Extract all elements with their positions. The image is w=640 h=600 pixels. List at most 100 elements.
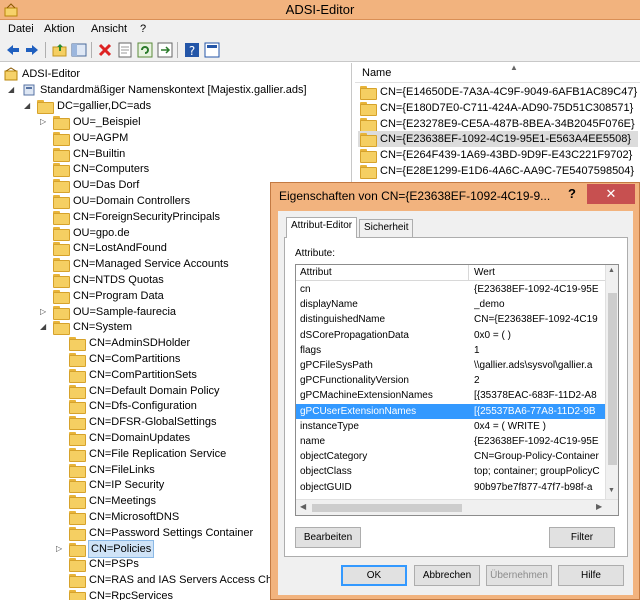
folder-icon xyxy=(53,242,70,257)
folder-icon xyxy=(69,463,86,478)
attribute-row[interactable]: displayName _demo xyxy=(296,297,606,312)
list-header[interactable]: Name ▲ xyxy=(355,63,640,83)
main-titlebar: ADSI-Editor xyxy=(0,0,640,20)
list-item-label: CN={E28E1299-E1D6-4A6C-AA9C-7E5407598504… xyxy=(380,165,635,177)
collapse-arrow-icon[interactable]: ◢ xyxy=(40,319,49,335)
list-item-label: CN={E14650DE-7A3A-4C9F-9049-6AFB1AC89C47… xyxy=(380,86,638,98)
folder-icon xyxy=(69,511,86,525)
ok-button[interactable]: OK xyxy=(341,565,407,586)
folder-icon xyxy=(69,495,86,510)
attribute-value: [{25537BA6-77A8-11D2-9B xyxy=(474,405,596,417)
horizontal-scrollbar[interactable]: ◀ ▶ xyxy=(296,499,618,515)
attribute-row[interactable]: name {E23638EF-1092-4C19-95E xyxy=(296,434,606,449)
apply-button[interactable]: Übernehmen xyxy=(486,565,552,586)
attribute-name: gPCUserExtensionNames xyxy=(300,405,417,417)
menu-help[interactable]: ? xyxy=(140,23,146,35)
list-item[interactable]: CN={E28E1299-E1D6-4A6C-AA9C-7E5407598504… xyxy=(358,163,638,179)
attribute-name: cn xyxy=(300,284,311,295)
list-item[interactable]: CN={E14650DE-7A3A-4C9F-9049-6AFB1AC89C47… xyxy=(358,84,638,100)
attribute-table-header: Attribut Wert xyxy=(296,265,606,281)
column-name-header[interactable]: Name xyxy=(362,67,391,79)
help-button[interactable]: Hilfe xyxy=(558,565,624,586)
attribute-row[interactable]: gPCUserExtensionNames [{25537BA6-77A8-11D… xyxy=(296,403,606,419)
attribute-row[interactable]: objectClass top; container; groupPolicyC xyxy=(296,464,606,479)
dialog-close-button[interactable]: ✕ xyxy=(587,184,635,204)
attribute-row[interactable]: objectCategory CN=Group-Policy-Container xyxy=(296,449,606,464)
collapse-arrow-icon[interactable]: ◢ xyxy=(8,82,17,98)
attribute-row[interactable]: gPCFileSysPath \\gallier.ads\sysvol\galli… xyxy=(296,358,606,373)
folder-icon xyxy=(53,289,70,304)
attribute-name: gPCFunctionalityVersion xyxy=(300,375,409,387)
attribute-row[interactable]: distinguishedName CN={E23638EF-1092-4C19 xyxy=(296,312,606,327)
horizontal-scroll-thumb[interactable] xyxy=(312,504,462,512)
attribute-row[interactable]: flags 1 xyxy=(296,343,606,358)
attribute-table[interactable]: Attribut Wert cn {E23638EF-1092-4C19-95E d… xyxy=(295,264,619,516)
attribute-name: objectGUID xyxy=(300,481,352,493)
tree-item-label: OU=Das Dorf xyxy=(73,179,140,192)
attribute-name: name xyxy=(300,436,326,447)
cancel-button[interactable]: Abbrechen xyxy=(414,565,480,586)
export-icon[interactable] xyxy=(157,42,173,58)
folder-icon xyxy=(69,432,86,446)
attribute-value: 1 xyxy=(474,344,480,356)
column-attribut-header[interactable]: Attribut xyxy=(300,267,332,278)
attribute-row[interactable]: gPCMachineExtensionNames [{35378EAC-683F-… xyxy=(296,388,606,403)
help-icon[interactable]: ? xyxy=(184,42,200,58)
menu-ansicht[interactable]: Ansicht xyxy=(91,23,127,35)
attribute-row[interactable]: instanceType 0x4 = ( WRITE ) xyxy=(296,419,606,434)
scroll-left-arrow-icon[interactable]: ◀ xyxy=(300,502,306,511)
tree-naming-context-label: Standardmäßiger Namenskontext [Majestix.… xyxy=(40,84,307,96)
attribute-row[interactable]: dSCorePropagationData 0x0 = ( ) xyxy=(296,328,606,343)
list-item[interactable]: CN={E23278E9-CE5A-487B-8BEA-34B2045F076E… xyxy=(358,116,638,132)
folder-icon xyxy=(360,133,377,148)
back-arrow-icon[interactable] xyxy=(5,42,21,58)
list-item[interactable]: CN={E180D7E0-C711-424A-AD90-75D51C308571… xyxy=(358,100,638,116)
delete-icon[interactable] xyxy=(97,42,113,58)
refresh-icon[interactable] xyxy=(137,42,153,58)
expand-arrow-icon[interactable]: ▷ xyxy=(40,304,49,320)
filter-button[interactable]: Filter xyxy=(549,527,615,548)
dialog-title: Eigenschaften von CN={E23638EF-1092-4C19… xyxy=(279,189,551,203)
attribute-row[interactable]: cn {E23638EF-1092-4C19-95E xyxy=(296,282,606,297)
forward-arrow-icon[interactable] xyxy=(24,42,40,58)
tab-attribut-editor[interactable]: Attribut-Editor xyxy=(286,217,358,238)
console-tree-icon[interactable] xyxy=(71,42,87,58)
vertical-scroll-thumb[interactable] xyxy=(608,293,617,465)
properties-icon[interactable] xyxy=(117,42,133,58)
column-divider[interactable] xyxy=(468,265,469,281)
folder-icon xyxy=(360,117,377,132)
scroll-up-arrow-icon[interactable]: ▲ xyxy=(608,267,615,274)
menu-bar: Datei Aktion Ansicht ? xyxy=(0,20,640,39)
list-item[interactable]: CN={E264F439-1A69-43BD-9D9F-E43C221F9702… xyxy=(358,147,638,164)
attribute-name: gPCFileSysPath xyxy=(300,360,373,371)
folder-icon xyxy=(53,179,70,194)
expand-arrow-icon[interactable]: ▷ xyxy=(56,541,65,557)
folder-icon xyxy=(53,321,70,336)
scroll-right-arrow-icon[interactable]: ▶ xyxy=(596,502,602,511)
vertical-scrollbar[interactable]: ▲ ▼ xyxy=(605,265,618,499)
column-wert-header[interactable]: Wert xyxy=(474,267,495,278)
edit-button[interactable]: Bearbeiten xyxy=(295,527,361,548)
tree-item-label: CN=Managed Service Accounts xyxy=(73,258,229,271)
mmc-icon[interactable] xyxy=(204,42,220,58)
tree-item-label: OU=_Beispiel xyxy=(73,116,141,128)
expand-arrow-icon[interactable]: ▷ xyxy=(40,114,49,130)
tree-item-label: CN=Password Settings Container xyxy=(89,526,254,539)
folder-icon xyxy=(53,305,70,320)
tree-item-label: CN=MicrosoftDNS xyxy=(89,511,180,523)
svg-text:?: ? xyxy=(189,44,195,58)
dialog-help-icon[interactable]: ? xyxy=(559,184,585,204)
attribute-row[interactable]: gPCFunctionalityVersion 2 xyxy=(296,373,606,388)
collapse-arrow-icon[interactable]: ◢ xyxy=(24,98,33,114)
menu-aktion[interactable]: Aktion xyxy=(44,23,75,35)
tree-item-label: OU=AGPM xyxy=(73,131,129,144)
menu-datei[interactable]: Datei xyxy=(8,23,34,35)
tab-sicherheit[interactable]: Sicherheit xyxy=(359,219,414,237)
up-folder-icon[interactable] xyxy=(52,42,68,58)
list-item[interactable]: CN={E23638EF-1092-4C19-95E1-E563A4EE5508… xyxy=(358,131,638,148)
folder-icon xyxy=(69,479,86,494)
attribute-row[interactable]: objectGUID 90b97be7f877-47f7-b98f-a xyxy=(296,480,606,495)
scroll-down-arrow-icon[interactable]: ▼ xyxy=(608,487,615,494)
attribute-value: {E23638EF-1092-4C19-95E xyxy=(474,436,599,447)
attribute-name: distinguishedName xyxy=(300,314,386,326)
